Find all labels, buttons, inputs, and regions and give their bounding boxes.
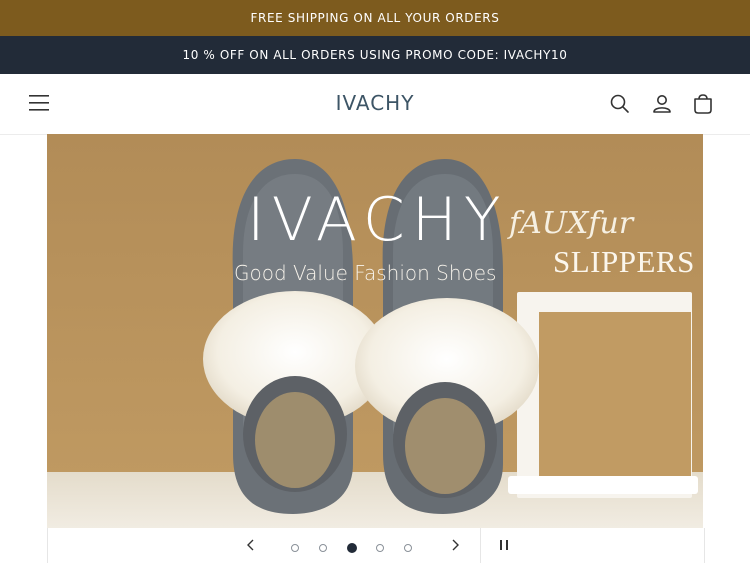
pause-icon[interactable] [497, 538, 511, 552]
hero-subtitle: Good Value Fashion Shoes [234, 261, 497, 285]
site-logo[interactable]: IVACHY [0, 91, 750, 115]
slide-dot-5[interactable] [404, 544, 412, 552]
chevron-right-icon[interactable] [446, 536, 464, 554]
announcement-promo: 10 % OFF ON ALL ORDERS USING PROMO CODE:… [0, 36, 750, 74]
controls-divider [480, 528, 481, 563]
hero-slide[interactable]: IVACHY Good Value Fashion Shoes fAUXfur … [47, 134, 703, 528]
announcement-promo-text: 10 % OFF ON ALL ORDERS USING PROMO CODE:… [182, 48, 568, 62]
search-icon[interactable] [609, 93, 631, 115]
chevron-left-icon[interactable] [242, 536, 260, 554]
cart-icon[interactable] [692, 93, 714, 115]
slide-dot-4[interactable] [376, 544, 384, 552]
account-icon[interactable] [651, 93, 673, 115]
hero-product-text: SLIPPERS [553, 244, 695, 279]
announcement-shipping: FREE SHIPPING ON ALL YOUR ORDERS [0, 0, 750, 36]
hero-title: IVACHY [247, 185, 508, 255]
slide-dot-1[interactable] [291, 544, 299, 552]
announcement-shipping-text: FREE SHIPPING ON ALL YOUR ORDERS [250, 11, 500, 25]
hero-script-text: fAUXfur [509, 206, 634, 241]
site-header: IVACHY [0, 74, 750, 135]
slideshow-controls [47, 528, 705, 563]
slide-dot-3[interactable] [347, 543, 357, 553]
slide-dot-2[interactable] [319, 544, 327, 552]
